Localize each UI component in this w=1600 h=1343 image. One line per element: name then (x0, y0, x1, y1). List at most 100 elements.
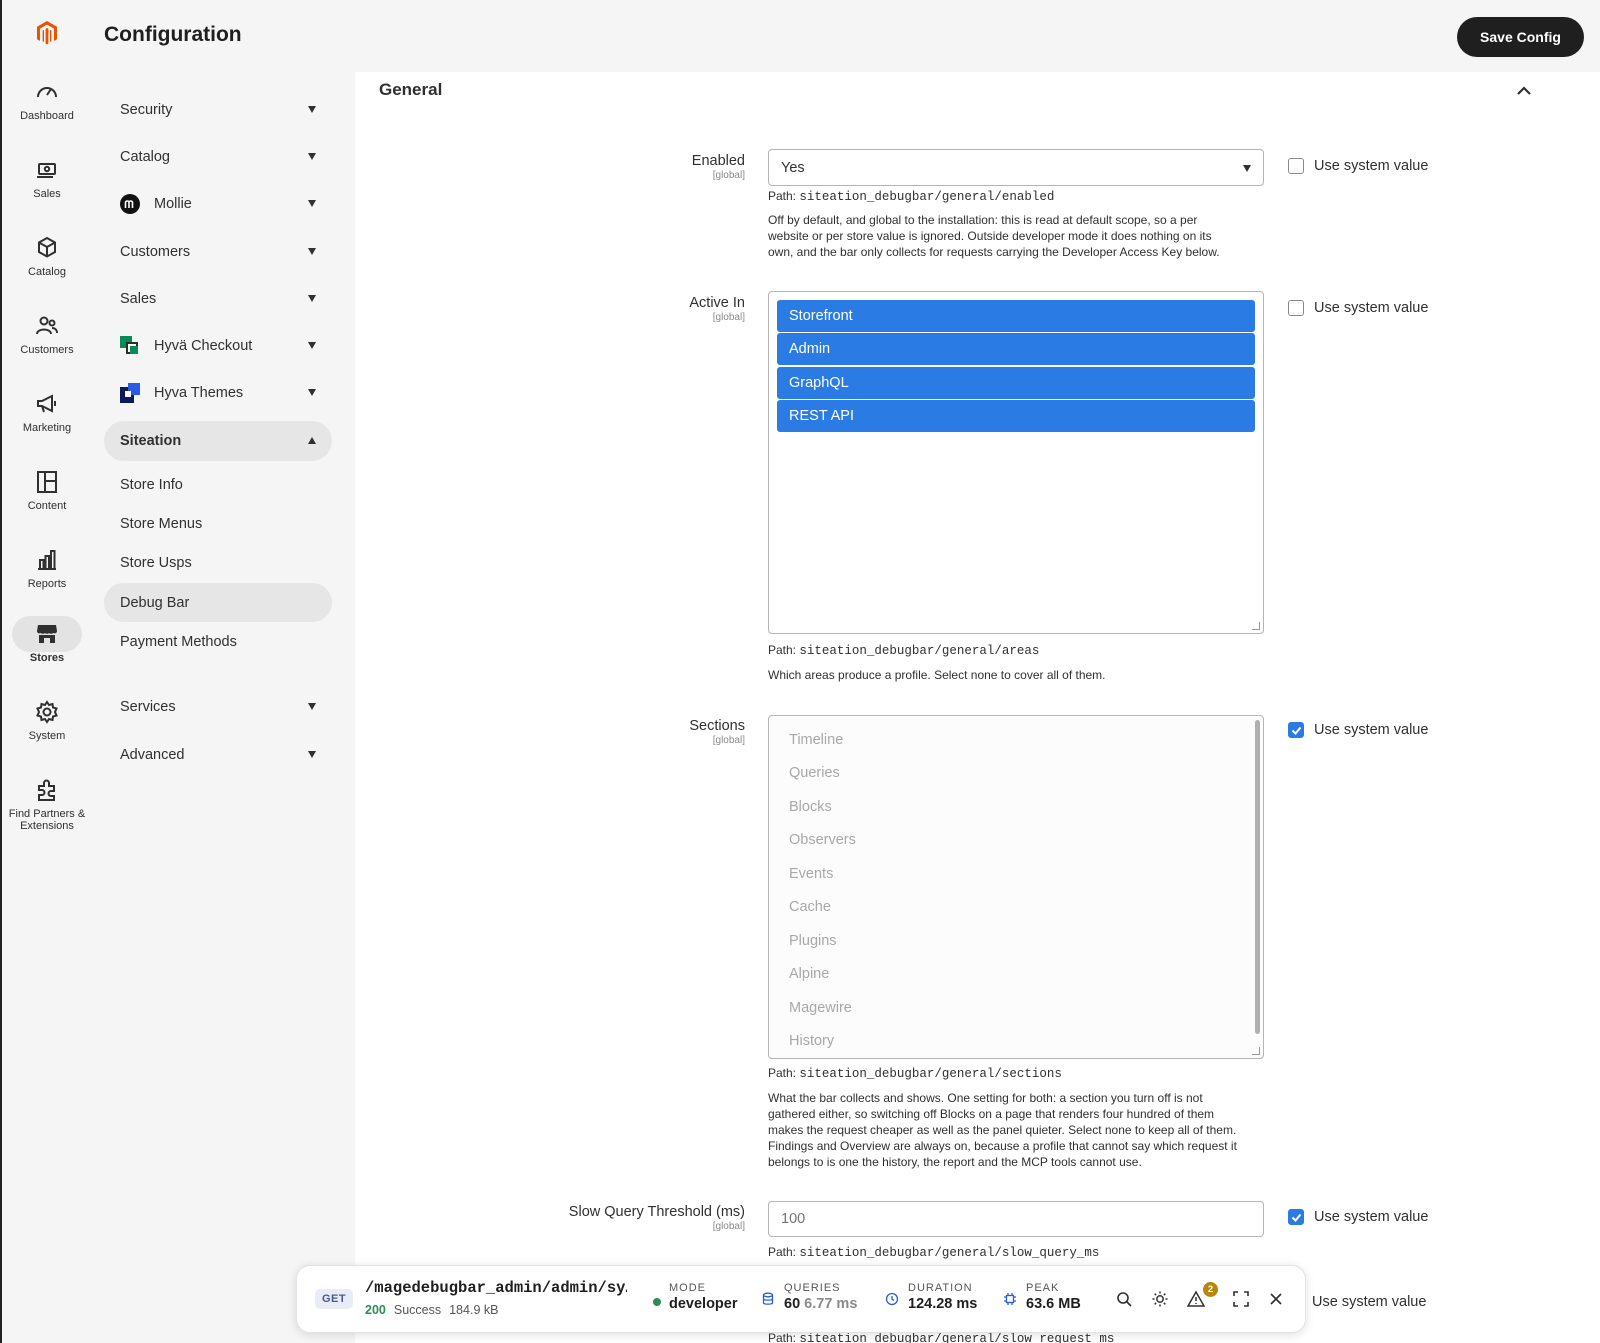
mollie-logo-icon (120, 194, 140, 215)
metric-value: developer (669, 1296, 738, 1312)
metric-mode[interactable]: MODE developer (669, 1282, 738, 1312)
checkbox[interactable] (1288, 300, 1304, 316)
field-path: Path: siteation_debugbar/general/enabled (768, 189, 1054, 204)
scope-label: [global] (712, 1221, 745, 1232)
nav-subitem-store-usps[interactable]: Store Usps (104, 544, 332, 583)
metric-peak[interactable]: PEAK 63.6 MB (1026, 1282, 1081, 1312)
nav-subitem-store-menus[interactable]: Store Menus (104, 504, 332, 543)
scope-label: [global] (712, 312, 745, 323)
nav-item-hyva-checkout[interactable]: Hyvä Checkout (104, 322, 332, 369)
request-url[interactable]: /magedebugbar_admin/admin/sy… (365, 1279, 627, 1297)
slow-query-input[interactable] (768, 1201, 1264, 1237)
warning-icon[interactable] (1187, 1290, 1205, 1308)
nav-label: Hyva Themes (154, 385, 244, 402)
sun-icon[interactable] (1151, 1290, 1169, 1308)
nav-item-sales[interactable]: Sales (104, 275, 332, 322)
metric-label: DURATION (908, 1282, 973, 1294)
nav-label: Sales (120, 290, 157, 307)
nav-label: Mollie (154, 196, 192, 213)
option-timeline: Timeline (789, 731, 844, 748)
checkbox-checked[interactable] (1288, 722, 1304, 738)
nav-item-advanced[interactable]: Advanced (104, 731, 332, 778)
rail-item-reports[interactable]: Reports (8, 542, 86, 590)
caret-down-icon (308, 750, 316, 758)
hyva-themes-logo-icon (120, 383, 140, 404)
checkbox-label: Use system value (1314, 300, 1429, 316)
nav-item-catalog[interactable]: Catalog (104, 133, 332, 180)
rail-item-find-partners[interactable]: Find Partners & Extensions (8, 772, 86, 832)
nav-item-customers[interactable]: Customers (104, 228, 332, 275)
use-system-value-enabled[interactable]: Use system value (1288, 158, 1428, 174)
rail-item-system[interactable]: System (8, 694, 86, 742)
metric-queries[interactable]: QUERIES 60 6.77 ms (784, 1282, 857, 1312)
path-value: siteation_debugbar/general/sections (799, 1067, 1062, 1081)
chip-icon (1004, 1293, 1016, 1305)
debug-toolbar[interactable]: GET /magedebugbar_admin/admin/sy… 200 Suc… (296, 1265, 1306, 1333)
nav-item-hyva-themes[interactable]: Hyva Themes (104, 370, 332, 417)
nav-label: Siteation (120, 433, 182, 450)
page-title: Configuration (104, 23, 242, 46)
save-config-button[interactable]: Save Config (1457, 17, 1584, 57)
scrollbar[interactable] (1255, 720, 1260, 1034)
rail-item-sales[interactable]: Sales (8, 152, 86, 200)
speedometer-icon (37, 87, 57, 98)
checkbox-label: Use system value (1314, 1209, 1429, 1225)
path-value: siteation_debugbar/general/slow_query_ms (799, 1246, 1100, 1260)
checkmark-icon (1291, 726, 1301, 735)
option-blocks: Blocks (789, 798, 832, 815)
search-icon[interactable] (1115, 1290, 1133, 1308)
option-storefront[interactable]: Storefront (777, 299, 1255, 332)
checkbox-checked[interactable] (1288, 1209, 1304, 1225)
rail-item-marketing[interactable]: Marketing (8, 386, 86, 434)
field-note: What the bar collects and shows. One set… (768, 1090, 1268, 1170)
nav-subitem-debug-bar[interactable]: Debug Bar (104, 582, 332, 623)
option-admin[interactable]: Admin (777, 333, 1255, 365)
nav-item-siteation[interactable]: Siteation (104, 421, 332, 462)
path-prefix: Path: (768, 1245, 797, 1259)
rail-label: Find Partners & Extensions (8, 808, 86, 832)
nav-label: Security (120, 101, 173, 118)
nav-item-security[interactable]: Security (104, 86, 332, 133)
rail-item-customers[interactable]: Customers (8, 308, 86, 356)
rail-label: Dashboard (20, 110, 74, 122)
resize-handle-icon[interactable] (1252, 1047, 1260, 1055)
note-line: belongs to is one the history, the repor… (768, 1155, 1142, 1169)
nav-item-mollie[interactable]: Mollie (104, 181, 332, 228)
use-system-value-sections[interactable]: Use system value (1288, 722, 1428, 738)
metric-duration[interactable]: DURATION 124.28 ms (908, 1282, 977, 1312)
checkbox[interactable] (1288, 158, 1304, 174)
rail-item-dashboard[interactable]: Dashboard (8, 74, 86, 122)
caret-down-icon (308, 152, 316, 160)
cube-icon (38, 236, 56, 258)
active-in-multiselect[interactable]: Storefront Admin GraphQL REST API (768, 291, 1264, 634)
gear-icon (36, 700, 58, 724)
chevron-up-icon[interactable] (1515, 82, 1533, 100)
path-value: siteation_debugbar/general/enabled (799, 190, 1055, 204)
rail-item-catalog[interactable]: Catalog (8, 230, 86, 278)
checkbox-label: Use system value (1314, 722, 1429, 738)
use-system-value-slow-query[interactable]: Use system value (1288, 1209, 1428, 1225)
expand-icon[interactable] (1232, 1290, 1250, 1308)
option-rest-api[interactable]: REST API (777, 400, 1255, 432)
rail-item-stores[interactable]: Stores (8, 616, 86, 664)
clock-icon (885, 1292, 899, 1306)
nav-item-services[interactable]: Services (104, 684, 332, 731)
note-line: gathered either, so switching off Blocks… (768, 1107, 1215, 1121)
resize-handle-icon[interactable] (1252, 622, 1260, 630)
option-graphql[interactable]: GraphQL (777, 366, 1255, 399)
section-title: General (379, 80, 443, 99)
note-line: own, and the bar only collects for reque… (768, 245, 1220, 259)
use-system-value-slow-request[interactable]: Use system value (1312, 1294, 1426, 1310)
use-system-value-active-in[interactable]: Use system value (1288, 300, 1428, 316)
nav-subitem-payment-methods[interactable]: Payment Methods (104, 622, 332, 661)
label-text: Slow Query Threshold (ms) (568, 1204, 745, 1220)
metric-label: PEAK (1026, 1282, 1060, 1294)
field-path: Path: siteation_debugbar/general/areas (768, 643, 1039, 658)
config-section-card: General Enabled [global] Yes Path: sitea… (355, 72, 1600, 1343)
enabled-select[interactable]: Yes (768, 149, 1264, 186)
magento-logo-icon[interactable] (35, 20, 59, 46)
nav-subitem-store-info[interactable]: Store Info (104, 465, 332, 504)
close-icon[interactable] (1267, 1290, 1285, 1308)
caret-down-icon (308, 342, 316, 350)
rail-item-content[interactable]: Content (8, 464, 86, 512)
